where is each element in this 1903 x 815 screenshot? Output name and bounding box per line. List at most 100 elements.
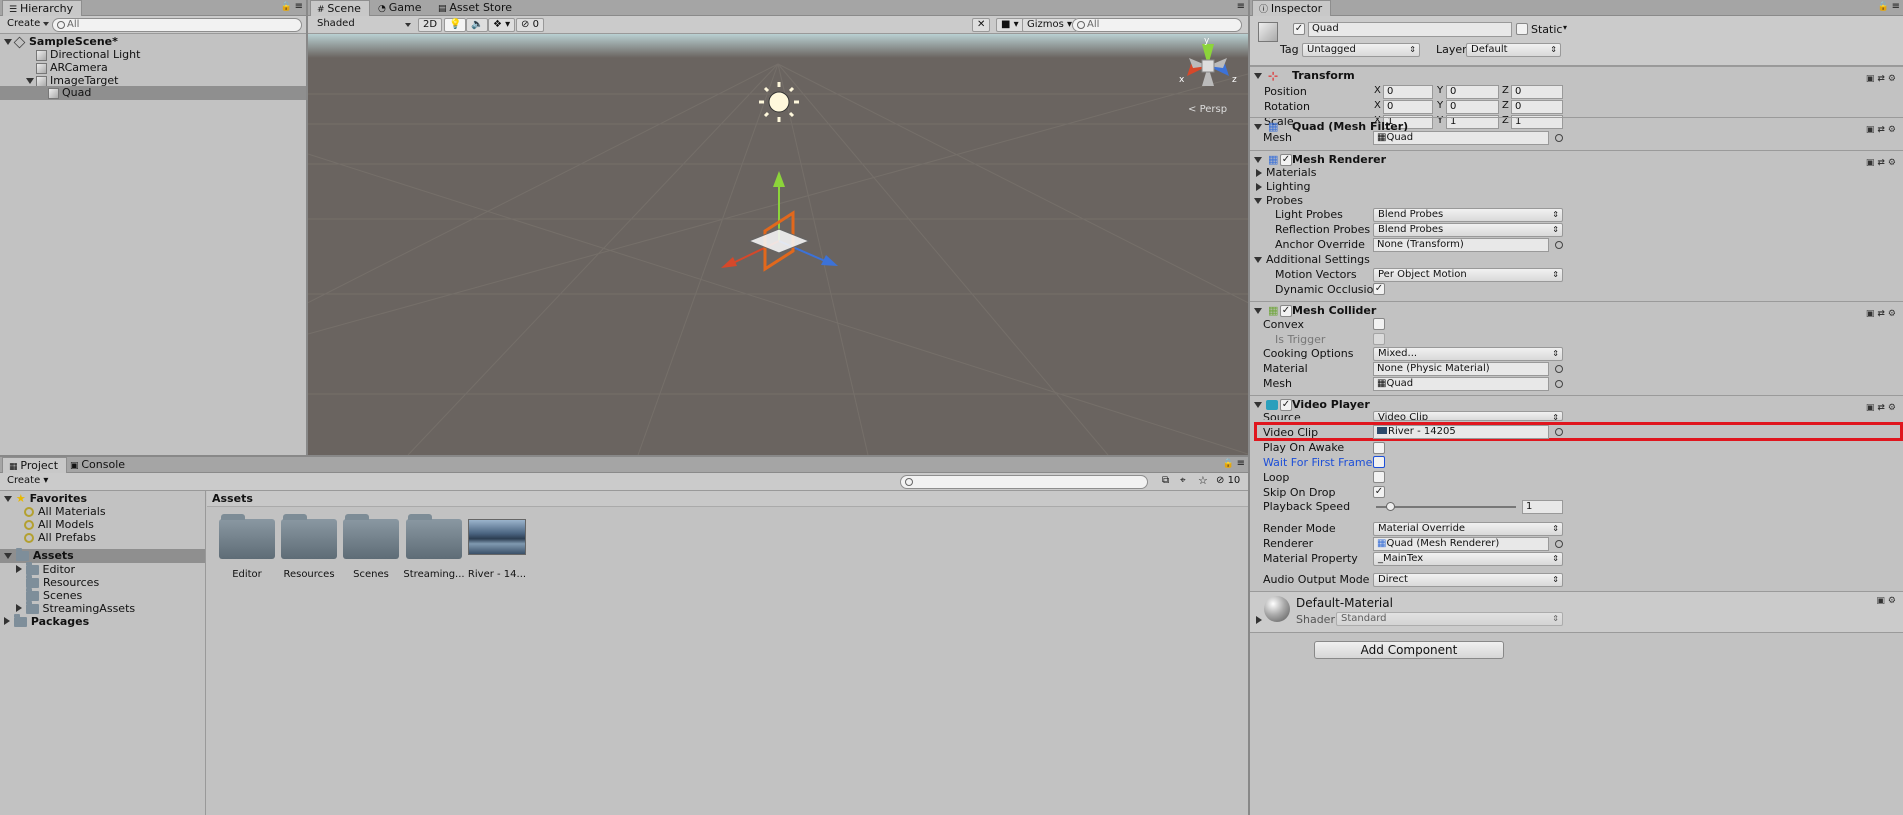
rotation-x-field[interactable]: 0 — [1383, 100, 1433, 114]
position-y-field[interactable]: 0 — [1446, 85, 1499, 99]
expand-arrow-icon[interactable] — [1254, 402, 1262, 408]
asset-item-editor[interactable]: Editor — [215, 514, 279, 580]
playback-speed-slider-thumb[interactable] — [1385, 502, 1395, 511]
camera-dropdown[interactable]: ■ ▾ — [996, 18, 1024, 32]
asset-item-scenes[interactable]: Scenes — [339, 514, 403, 580]
probes-foldout[interactable]: Probes — [1250, 193, 1903, 209]
wait-for-first-frame-checkbox[interactable] — [1373, 456, 1385, 468]
asset-item-river-video[interactable]: River - 14... — [465, 519, 529, 580]
position-z-field[interactable]: 0 — [1511, 85, 1563, 99]
tab-console[interactable]: ▣ Console — [64, 457, 133, 473]
render-mode-dropdown[interactable]: Material Override — [1373, 522, 1563, 536]
tab-game[interactable]: ◔ Game — [372, 0, 429, 16]
playback-speed-slider-track[interactable] — [1376, 506, 1516, 508]
object-picker-icon[interactable] — [1555, 380, 1563, 388]
reflection-probes-dropdown[interactable]: Blend Probes — [1373, 223, 1563, 237]
component-menu-icons[interactable]: ▣⇄⚙ — [1866, 399, 1899, 417]
shading-dropdown[interactable]: Shaded — [313, 18, 413, 32]
menu-icon[interactable]: ≡ — [1892, 1, 1900, 12]
loop-checkbox[interactable] — [1373, 471, 1385, 483]
rotation-y-field[interactable]: 0 — [1446, 100, 1499, 114]
menu-icon[interactable]: ≡ — [1237, 1, 1245, 12]
add-component-button[interactable]: Add Component — [1314, 641, 1504, 659]
skip-on-drop-checkbox[interactable] — [1373, 486, 1385, 498]
hierarchy-item-quad[interactable]: Quad — [0, 86, 306, 100]
scene-search-input[interactable]: All — [1072, 18, 1242, 32]
expand-arrow-icon[interactable] — [26, 78, 34, 84]
motion-vectors-dropdown[interactable]: Per Object Motion — [1373, 268, 1563, 282]
audio-output-mode-dropdown[interactable]: Direct — [1373, 573, 1563, 587]
rotation-z-field[interactable]: 0 — [1511, 100, 1563, 114]
expand-arrow-icon[interactable] — [1256, 183, 1262, 191]
menu-icon[interactable]: ≡ — [1237, 458, 1245, 469]
expand-arrow-icon[interactable] — [16, 604, 22, 612]
collider-mesh-field[interactable]: ▦Quad — [1373, 377, 1549, 391]
expand-arrow-icon[interactable] — [1254, 198, 1262, 204]
component-menu-icons[interactable]: ▣⇄⚙ — [1866, 305, 1899, 323]
asset-item-resources[interactable]: Resources — [277, 514, 341, 580]
material-menu-icons[interactable]: ▣⚙ — [1876, 596, 1899, 606]
mesh-collider-header[interactable]: ▦ Mesh Collider ▣⇄⚙ — [1250, 301, 1903, 319]
lighting-toggle[interactable]: 💡 — [444, 18, 467, 32]
material-property-dropdown[interactable]: _MainTex — [1373, 552, 1563, 566]
filter-type-icon[interactable]: ⧉ — [1162, 475, 1169, 486]
object-picker-icon[interactable] — [1555, 540, 1563, 548]
mesh-collider-enabled-checkbox[interactable] — [1280, 305, 1292, 317]
divider[interactable] — [1248, 0, 1250, 815]
tools-toggle[interactable]: ✕ — [972, 18, 991, 32]
object-name-field[interactable]: Quad — [1308, 22, 1512, 37]
cooking-options-dropdown[interactable]: Mixed... — [1373, 347, 1563, 361]
lock-icon[interactable]: 🔒 — [281, 2, 292, 12]
video-player-enabled-checkbox[interactable] — [1280, 399, 1292, 411]
directional-light-icon[interactable] — [754, 80, 804, 130]
create-button[interactable]: Create — [3, 18, 53, 32]
object-picker-icon[interactable] — [1555, 241, 1563, 249]
project-create-button[interactable]: Create ▾ — [3, 475, 52, 489]
lock-icon[interactable]: 🔒 — [1878, 2, 1889, 12]
favorite-star-icon[interactable]: ☆ — [1198, 474, 1208, 487]
hidden-packages-toggle[interactable]: ⊘ 10 — [1216, 475, 1240, 486]
collider-material-field[interactable]: None (Physic Material) — [1373, 362, 1549, 376]
component-menu-icons[interactable]: ▣⇄⚙ — [1866, 121, 1899, 139]
2d-toggle[interactable]: 2D — [418, 18, 443, 32]
tab-project[interactable]: ▦ Project — [2, 457, 68, 473]
favorite-item-all-prefabs[interactable]: All Prefabs — [0, 530, 205, 546]
expand-arrow-icon[interactable] — [1254, 73, 1262, 79]
expand-arrow-icon[interactable] — [4, 39, 12, 45]
effects-dropdown[interactable]: ❖ ▾ — [488, 18, 516, 32]
expand-arrow-icon[interactable] — [1254, 124, 1262, 130]
transform-header[interactable]: ⊹ Transform ▣⇄⚙ — [1250, 66, 1903, 84]
expand-arrow-icon[interactable] — [16, 565, 22, 573]
move-gizmo[interactable] — [713, 165, 843, 275]
expand-arrow-icon[interactable] — [1254, 157, 1262, 163]
static-checkbox[interactable] — [1516, 23, 1528, 35]
object-picker-icon[interactable] — [1555, 365, 1563, 373]
light-probes-dropdown[interactable]: Blend Probes — [1373, 208, 1563, 222]
menu-icon[interactable]: ≡ — [295, 1, 303, 12]
search-input[interactable]: All — [52, 18, 302, 32]
asset-item-streamingassets[interactable]: Streaming... — [402, 514, 466, 580]
tab-hierarchy[interactable]: ☰ Hierarchy — [2, 0, 83, 16]
renderer-field[interactable]: ▦Quad (Mesh Renderer) — [1373, 537, 1549, 551]
packages-row[interactable]: Packages — [0, 614, 205, 630]
position-x-field[interactable]: 0 — [1383, 85, 1433, 99]
persp-label[interactable]: < Persp — [1188, 104, 1227, 115]
divider[interactable] — [0, 455, 1248, 457]
anchor-override-field[interactable]: None (Transform) — [1373, 238, 1549, 252]
gizmos-dropdown[interactable]: Gizmos ▾ — [1022, 18, 1078, 32]
dynamic-occlusion-checkbox[interactable] — [1373, 283, 1385, 295]
expand-arrow-icon[interactable] — [1256, 169, 1262, 177]
audio-toggle[interactable]: 🔈 — [466, 18, 489, 32]
video-clip-field[interactable]: River - 14205 — [1373, 425, 1549, 439]
object-picker-icon[interactable] — [1555, 134, 1563, 142]
source-dropdown[interactable]: Video Clip — [1373, 411, 1563, 421]
play-on-awake-checkbox[interactable] — [1373, 442, 1385, 454]
tab-asset-store[interactable]: ▤ Asset Store — [432, 0, 520, 16]
expand-arrow-icon[interactable] — [1254, 257, 1262, 263]
additional-settings-foldout[interactable]: Additional Settings — [1250, 252, 1903, 268]
layer-dropdown[interactable]: Default — [1466, 43, 1561, 57]
tag-dropdown[interactable]: Untagged — [1302, 43, 1420, 57]
assets-row[interactable]: Assets — [0, 548, 205, 563]
expand-arrow-icon[interactable] — [1254, 308, 1262, 314]
hidden-objects-toggle[interactable]: ⊘ 0 — [516, 18, 544, 32]
